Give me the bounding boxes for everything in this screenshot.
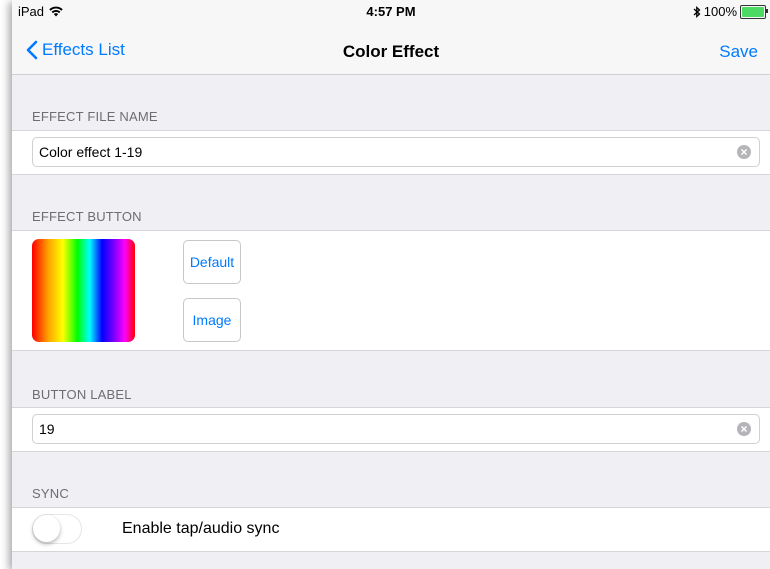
battery-level	[742, 6, 764, 17]
bluetooth-icon	[693, 5, 701, 18]
button-label-cell	[12, 407, 770, 452]
battery-icon	[740, 4, 768, 19]
file-name-input[interactable]	[33, 143, 737, 161]
section-header-effect-button: EFFECT BUTTON	[32, 209, 142, 224]
chevron-left-icon	[26, 40, 38, 60]
section-header-button-label: BUTTON LABEL	[32, 387, 132, 402]
button-label-input[interactable]	[33, 420, 737, 438]
effect-button-preview[interactable]	[32, 239, 135, 342]
default-button[interactable]: Default	[183, 240, 241, 284]
section-header-sync: SYNC	[32, 486, 69, 501]
back-button-label: Effects List	[42, 40, 125, 59]
sync-toggle[interactable]	[32, 514, 82, 544]
ipad-screen: iPad 4:57 PM 100% Effects List Color Eff…	[12, 0, 770, 569]
sync-cell: Enable tap/audio sync	[12, 507, 770, 552]
status-bar: iPad 4:57 PM 100%	[12, 0, 770, 22]
battery-percent: 100%	[703, 4, 737, 19]
page-title: Color Effect	[342, 42, 440, 61]
status-time: 4:57 PM	[366, 4, 416, 19]
effect-button-cell: Default Image	[12, 230, 770, 351]
navigation-bar: Effects List Color Effect Save	[12, 22, 770, 75]
section-header-file-name: EFFECT FILE NAME	[32, 109, 158, 124]
button-label-field-box	[32, 414, 760, 444]
clear-icon	[740, 148, 748, 156]
save-button[interactable]: Save	[719, 42, 758, 62]
toggle-knob	[33, 515, 60, 542]
clear-icon	[740, 425, 748, 433]
clear-file-name-button[interactable]	[737, 145, 751, 159]
clear-button-label-button[interactable]	[737, 422, 751, 436]
back-button[interactable]: Effects List	[26, 40, 125, 60]
status-right: 100%	[693, 4, 768, 19]
file-name-cell	[12, 130, 770, 175]
image-button[interactable]: Image	[183, 298, 241, 342]
sync-toggle-label: Enable tap/audio sync	[122, 520, 280, 537]
file-name-field-box	[32, 137, 760, 167]
